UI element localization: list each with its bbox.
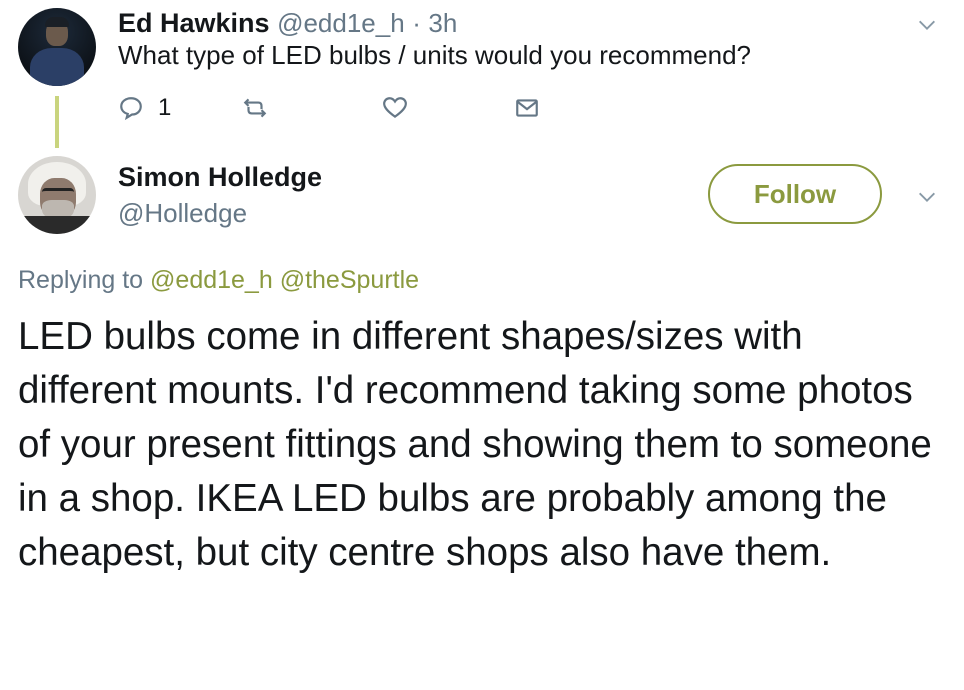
parent-author-handle[interactable]: @edd1e_h [277, 8, 405, 38]
direct-message-button[interactable] [514, 90, 540, 126]
envelope-icon [516, 99, 538, 117]
tweet-text: LED bulbs come in different shapes/sizes… [18, 315, 932, 574]
avatar-simon-holledge[interactable] [18, 156, 96, 234]
reply-button[interactable]: 1 [118, 90, 171, 126]
avatar-shoulders [18, 216, 96, 234]
author-name[interactable]: Simon Holledge [118, 162, 322, 193]
parent-author-line[interactable]: Ed Hawkins @edd1e_h · 3h [118, 8, 457, 39]
parent-actions-bar: 1 [118, 90, 568, 126]
replying-to-prefix: Replying to [18, 266, 144, 294]
reply-count: 1 [158, 94, 172, 121]
retweet-button[interactable] [242, 90, 268, 126]
chevron-down-icon[interactable] [916, 14, 938, 36]
parent-tweet-text: What type of LED bulbs / units would you… [118, 40, 751, 70]
mention-link[interactable]: @theSpurtle [280, 266, 419, 294]
mention-link[interactable]: @edd1e_h [150, 266, 273, 294]
like-button[interactable] [382, 90, 408, 126]
thread-connector-line [55, 96, 59, 148]
parent-timestamp[interactable]: 3h [428, 8, 457, 38]
parent-author-name[interactable]: Ed Hawkins [118, 8, 270, 38]
avatar-glasses [42, 188, 74, 196]
chevron-down-icon[interactable] [916, 186, 938, 208]
tweet-thread: Ed Hawkins @edd1e_h · 3h What type of LE… [0, 0, 964, 690]
follow-button[interactable]: Follow [708, 164, 882, 224]
avatar-hat [45, 17, 69, 27]
time-separator: · [412, 8, 421, 38]
retweet-icon [243, 98, 267, 118]
replying-to-line: Replying to @edd1e_h @theSpurtle [18, 266, 419, 295]
author-handle[interactable]: @Holledge [118, 198, 247, 229]
reply-icon [120, 97, 142, 121]
avatar-body [30, 48, 84, 86]
heart-icon [383, 97, 407, 118]
avatar-ed-hawkins[interactable] [18, 8, 96, 86]
